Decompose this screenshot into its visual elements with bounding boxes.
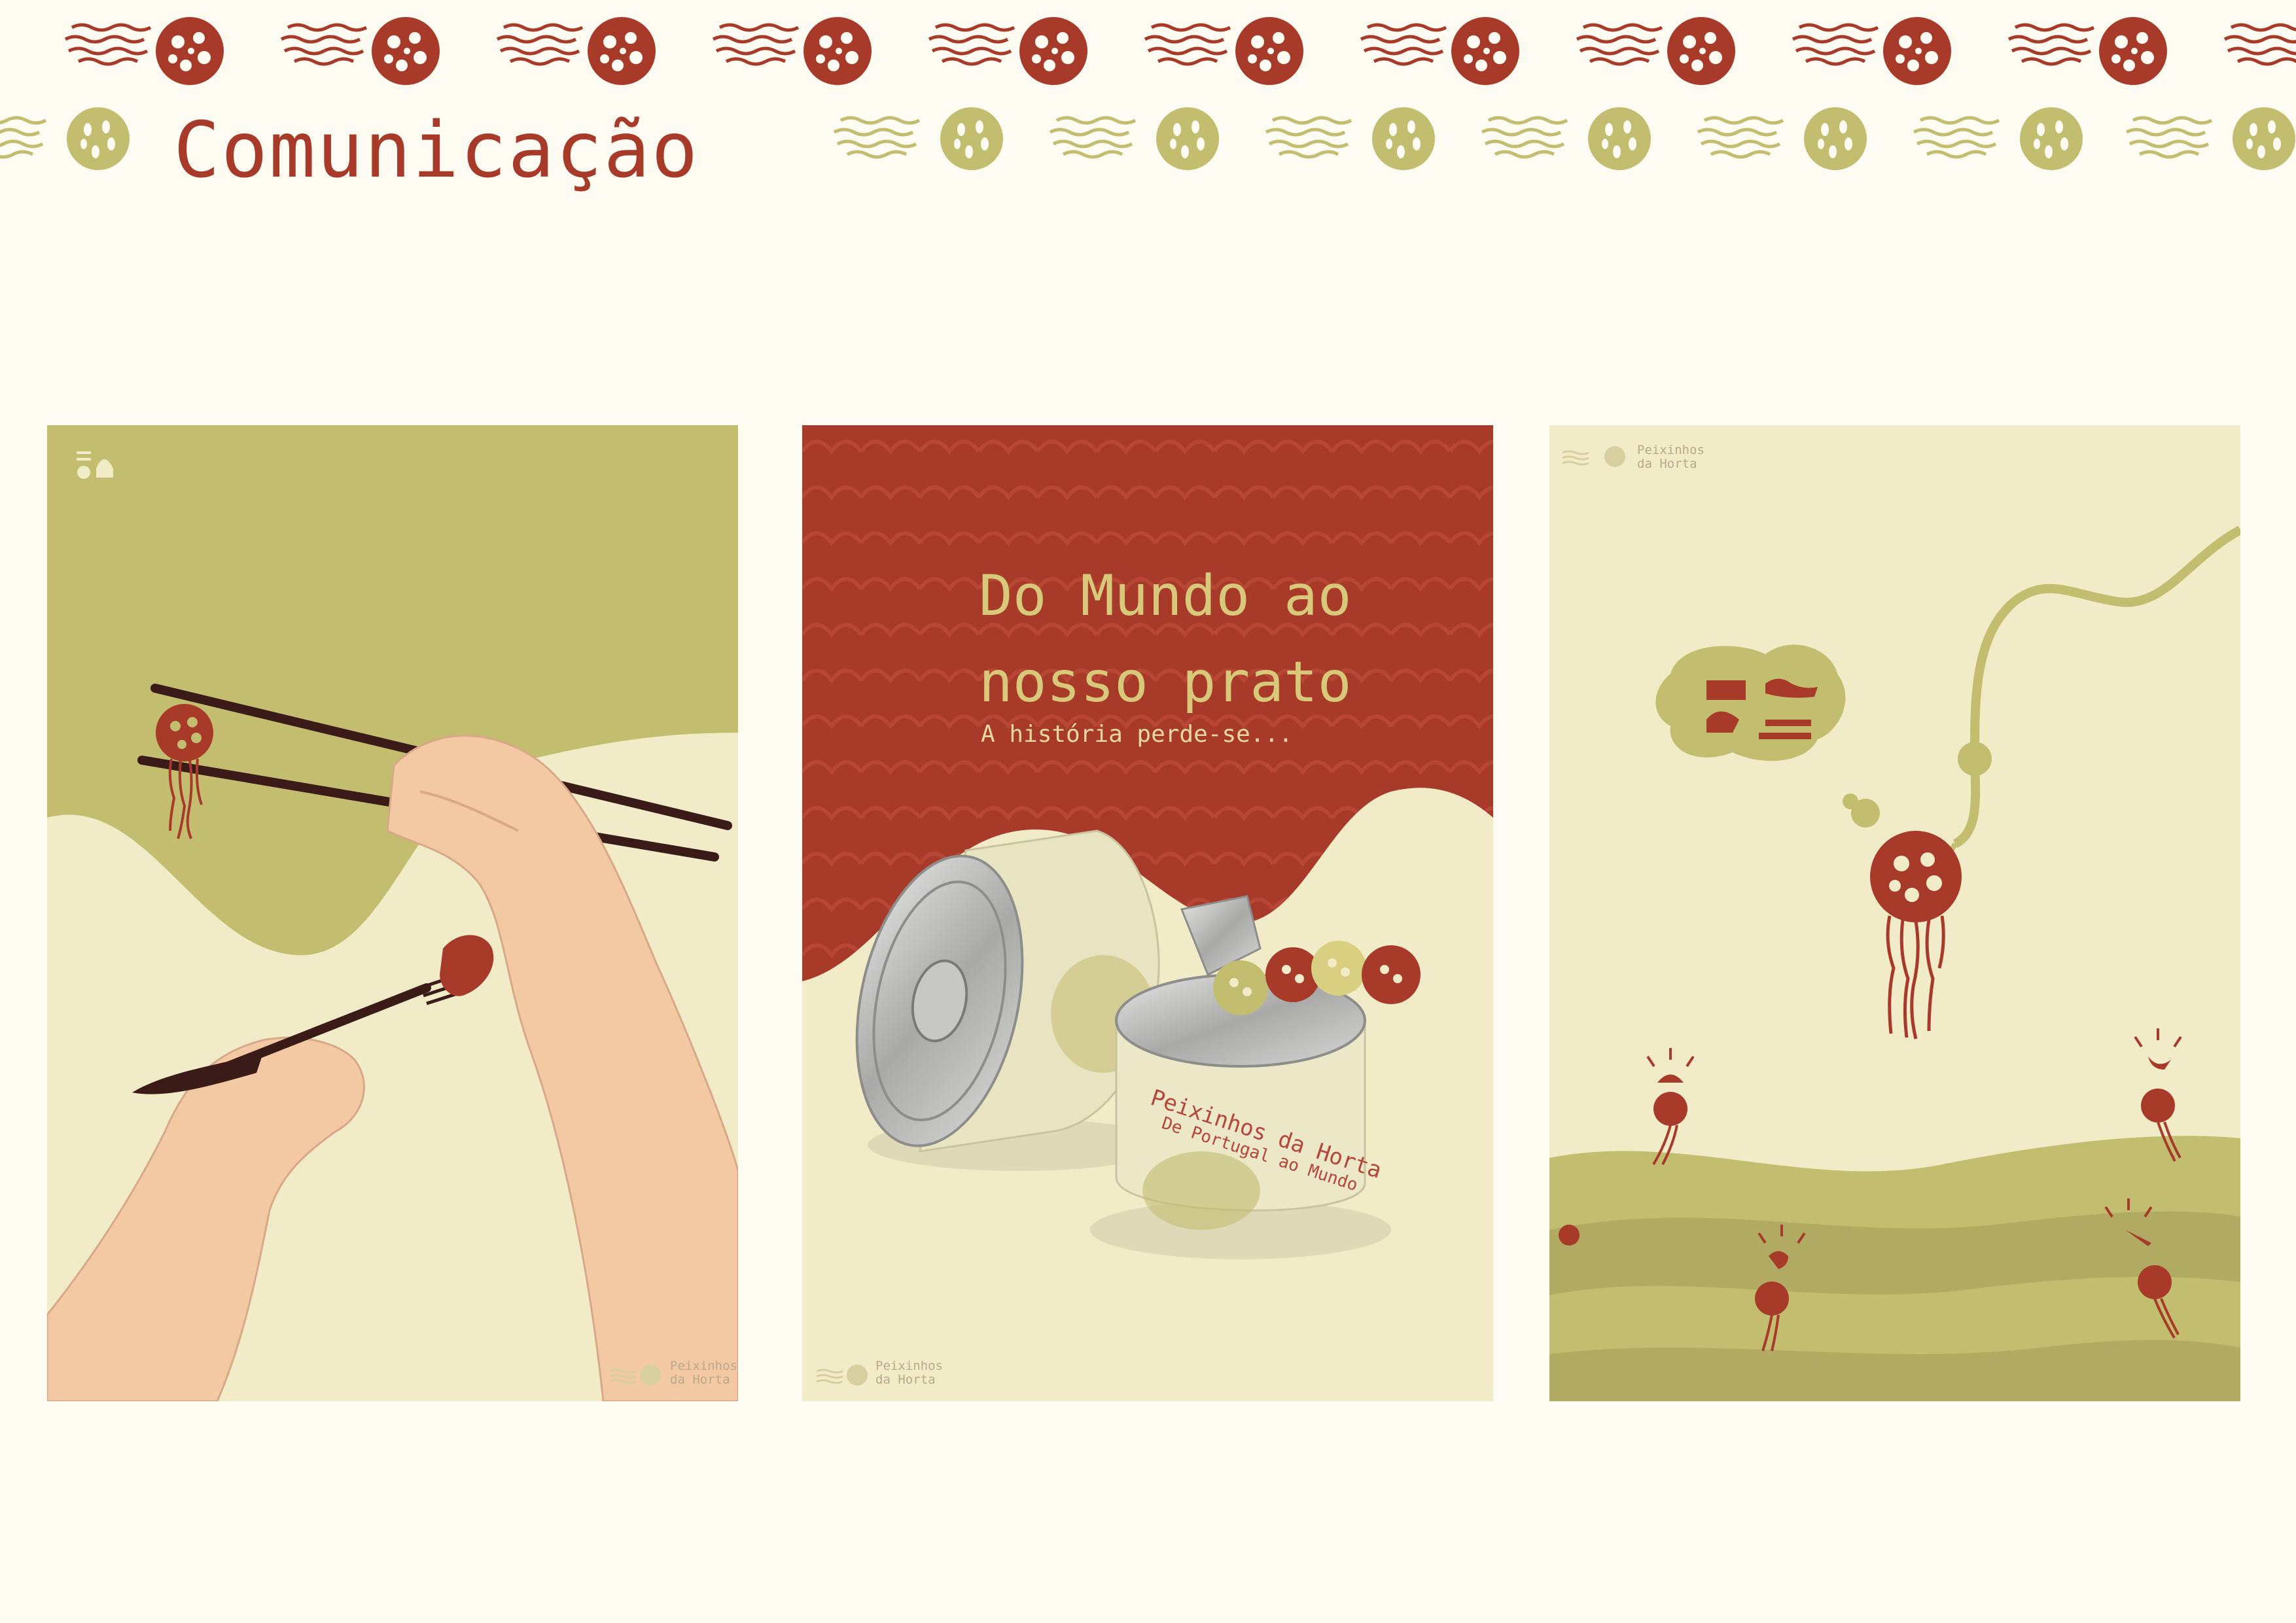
border-tendrils-olive <box>1914 118 1999 157</box>
border-tendrils-red <box>929 25 1014 64</box>
border-lotus-olive <box>67 107 130 170</box>
border-lotus-olive <box>1588 107 1651 170</box>
brand-logo-icon <box>610 1365 661 1386</box>
border-tendrils-red <box>1577 25 1662 64</box>
border-lotus-red <box>156 17 224 85</box>
border-tendrils-red <box>1793 25 1878 64</box>
poster-landscape: Peixinhos da Horta <box>1549 425 2240 1401</box>
brand-label: Peixinhos da Horta <box>875 1359 943 1387</box>
border-lotus-red <box>1235 17 1303 85</box>
border-lotus-red <box>372 17 440 85</box>
border-lotus-olive <box>1156 107 1219 170</box>
border-tendrils-red <box>65 25 150 64</box>
border-tendrils-olive <box>2127 118 2212 157</box>
border-lotus-red <box>2099 17 2167 85</box>
poster-hands: Peixinhos da Horta <box>47 425 738 1401</box>
poster-landscape-illustration <box>1549 425 2240 1401</box>
border-lotus-olive <box>940 107 1003 170</box>
border-tendrils-olive <box>1050 118 1135 157</box>
poster-hands-illustration <box>47 425 738 1401</box>
poster-subline: A história perde-se... <box>981 721 1293 748</box>
border-lotus-red <box>588 17 656 85</box>
border-lotus-red <box>1019 17 1087 85</box>
brand-label: Peixinhos da Horta <box>1637 443 1704 471</box>
border-tendrils-red <box>1361 25 1446 64</box>
border-tendrils-red <box>281 25 366 64</box>
border-lotus-olive <box>1804 107 1867 170</box>
border-lotus-olive <box>1372 107 1435 170</box>
border-tendrils-olive <box>834 118 919 157</box>
border-tendrils-olive <box>0 118 46 157</box>
border-tendrils-olive <box>1266 118 1351 157</box>
brand-logo-icon <box>817 1365 868 1386</box>
border-tendrils-olive <box>1698 118 1783 157</box>
border-tendrils-olive <box>1482 118 1567 157</box>
border-lotus-olive <box>2020 107 2083 170</box>
page-title: Comunicação <box>173 105 699 195</box>
border-lotus-red <box>1883 17 1951 85</box>
poster-cans: Do Mundo ao nosso prato A história perde… <box>802 425 1493 1401</box>
border-tendrils-red <box>2225 25 2296 64</box>
border-tendrils-red <box>2009 25 2094 64</box>
border-lotus-red <box>1667 17 1735 85</box>
brand-label: Peixinhos da Horta <box>670 1359 737 1387</box>
border-lotus-red <box>1451 17 1519 85</box>
border-tendrils-red <box>1145 25 1230 64</box>
border-tendrils-red <box>497 25 582 64</box>
border-tendrils-red <box>713 25 798 64</box>
border-lotus-olive <box>2233 107 2295 170</box>
poster-headline: Do Mundo ao nosso prato <box>979 563 1352 715</box>
border-lotus-red <box>804 17 872 85</box>
